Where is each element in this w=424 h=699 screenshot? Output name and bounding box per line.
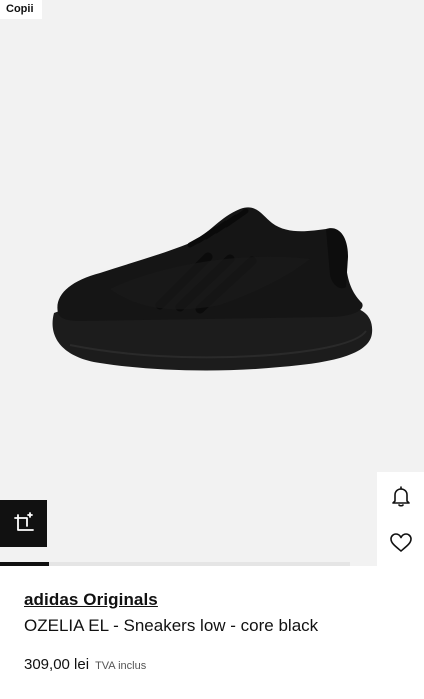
product-info: adidas Originals OZELIA EL - Sneakers lo… [24,590,404,673]
product-price: 309,00 lei [24,656,90,673]
share-crop-button[interactable] [0,500,47,547]
gallery-progress-fill [0,562,49,566]
bell-icon[interactable] [389,484,413,508]
gallery-progress [0,562,350,566]
price-row: 309,00 lei TVA inclus [24,656,404,673]
vat-note: TVA inclus [95,660,147,672]
side-actions [377,472,424,566]
heart-icon[interactable] [389,531,413,555]
share-crop-icon [13,511,34,531]
category-badge: Copii [0,0,42,19]
brand-link[interactable]: adidas Originals [24,590,404,610]
product-image-sneaker [52,207,373,371]
product-name: OZELIA EL - Sneakers low - core black [24,616,319,635]
product-image-gallery[interactable]: Copii [0,0,424,566]
